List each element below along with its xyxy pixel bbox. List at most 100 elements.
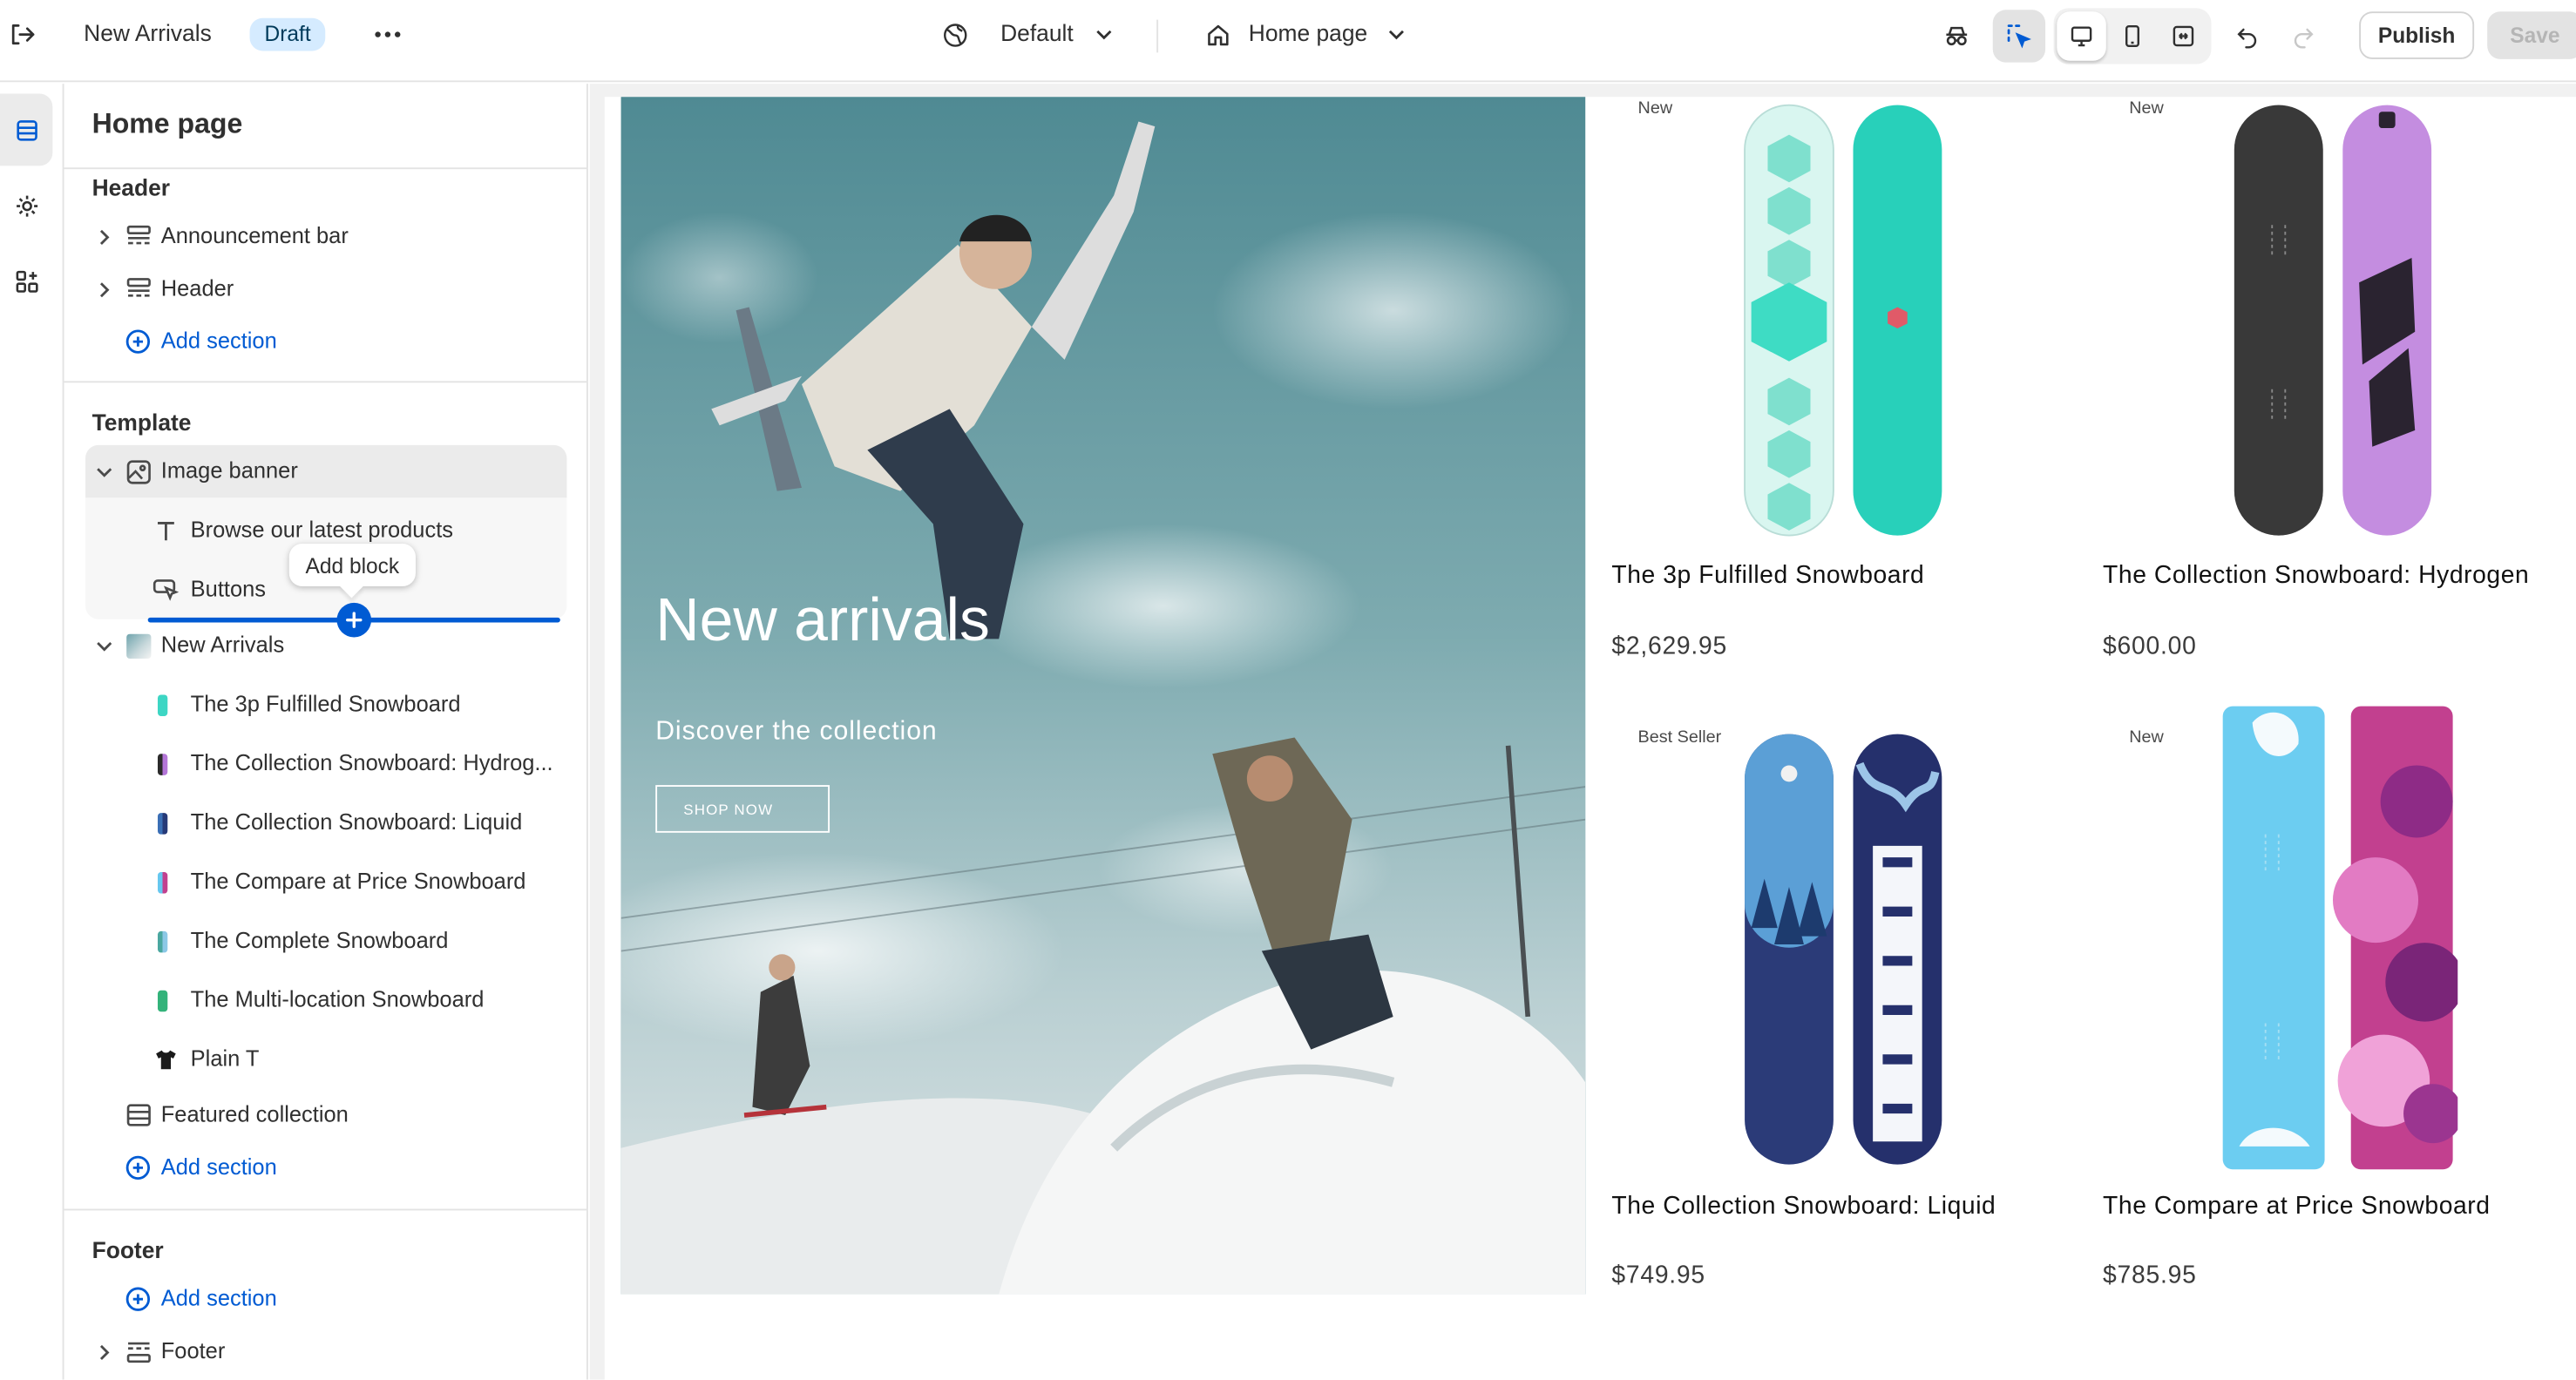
product-block[interactable]: The 3p Fulfilled Snowboard	[64, 679, 586, 731]
divider	[64, 1208, 587, 1211]
exit-icon[interactable]	[3, 18, 39, 51]
product-name: The Compare at Price Snowboard	[2103, 1192, 2491, 1221]
product-label: The 3p Fulfilled Snowboard	[190, 691, 461, 716]
snowboard-image	[1744, 104, 1942, 537]
product-thumbnail-icon	[157, 990, 168, 1012]
chevron-right-icon[interactable]	[93, 225, 113, 247]
product-label: The Complete Snowboard	[190, 928, 449, 953]
mobile-view-icon[interactable]	[2108, 11, 2158, 61]
publish-button[interactable]: Publish	[2359, 11, 2475, 59]
hero-subtitle: Discover the collection	[655, 717, 938, 746]
add-section-label: Add section	[160, 328, 277, 354]
add-section-header-button[interactable]: Add section	[64, 315, 586, 368]
product-name: The Collection Snowboard: Hydrogen	[2103, 561, 2530, 590]
section-header[interactable]: Header	[64, 263, 586, 315]
sections-icon[interactable]	[0, 93, 53, 166]
hero-title: New arrivals	[655, 586, 990, 654]
chevron-down-icon	[1093, 23, 1115, 45]
apps-icon[interactable]	[0, 245, 52, 317]
product-block[interactable]: The Collection Snowboard: Liquid	[64, 796, 586, 849]
shop-now-button[interactable]: SHOP NOW	[655, 785, 830, 833]
image-icon	[125, 458, 151, 484]
add-section-label: Add section	[160, 1154, 277, 1180]
chevron-right-icon[interactable]	[93, 278, 113, 301]
product-block[interactable]: The Compare at Price Snowboard	[64, 856, 586, 908]
product-label: The Compare at Price Snowboard	[190, 869, 526, 894]
section-footer[interactable]: Footer	[64, 1325, 586, 1377]
plus-circle-icon	[125, 1154, 151, 1180]
divider	[1156, 19, 1159, 53]
product-tag: Best Seller	[1637, 727, 1722, 748]
snowboard-image	[2222, 706, 2458, 1170]
section-label: Image banner	[160, 457, 298, 484]
section-label: Footer	[160, 1338, 226, 1363]
chevron-down-icon[interactable]	[93, 634, 113, 657]
product-thumbnail-icon	[157, 872, 168, 894]
product-thumbnail-icon	[157, 694, 168, 716]
home-icon	[1201, 18, 1234, 51]
product-block[interactable]: The Complete Snowboard	[64, 915, 586, 967]
image-banner[interactable]: New arrivals Discover the collection SHO…	[620, 97, 1586, 1295]
top-bar: New Arrivals Draft Default Home page Pub…	[0, 0, 2576, 83]
group-header-label: Header	[92, 173, 171, 200]
chevron-down-icon	[1385, 23, 1407, 45]
save-button[interactable]: Save	[2487, 11, 2576, 59]
more-actions-icon[interactable]	[368, 17, 407, 52]
section-layout-icon	[125, 276, 151, 302]
product-price: $2,629.95	[1611, 632, 1727, 660]
theme-name: New Arrivals	[84, 19, 212, 46]
product-price: $600.00	[2103, 632, 2197, 660]
globe-icon	[938, 18, 971, 51]
product-price: $749.95	[1611, 1261, 1705, 1289]
product-price: $785.95	[2103, 1261, 2197, 1289]
section-new-arrivals[interactable]: New Arrivals	[64, 619, 586, 672]
snowboard-image	[1745, 734, 1942, 1165]
group-template-label: Template	[92, 409, 192, 436]
divider	[64, 381, 587, 383]
product-block[interactable]: The Multi-location Snowboard	[64, 974, 586, 1026]
product-label: The Multi-location Snowboard	[190, 987, 485, 1012]
product-tag: New	[1637, 98, 1673, 118]
block-label: Browse our latest products	[190, 517, 453, 543]
status-badge: Draft	[249, 17, 326, 51]
page-selector-label: Home page	[1248, 19, 1368, 46]
view-selector-label: Default	[1000, 19, 1074, 46]
plus-circle-icon	[125, 1286, 151, 1312]
section-featured-collection[interactable]: Featured collection	[64, 1089, 586, 1141]
settings-gear-icon[interactable]	[0, 169, 52, 241]
product-thumbnail-icon	[157, 754, 168, 775]
inspector-icon[interactable]	[1992, 10, 2046, 63]
redo-icon[interactable]	[2277, 10, 2329, 62]
product-thumbnail-icon	[157, 930, 168, 953]
section-image-banner[interactable]: Image banner	[64, 445, 586, 497]
section-announcement-bar[interactable]: Announcement bar	[64, 210, 586, 262]
add-block-tooltip: Add block	[288, 544, 416, 587]
collection-list-icon	[125, 1102, 151, 1128]
icon-rail	[0, 84, 64, 1380]
product-block[interactable]: The Collection Snowboard: Hydrog...	[64, 737, 586, 789]
chevron-down-icon[interactable]	[93, 460, 113, 483]
button-cursor-icon	[153, 577, 180, 603]
product-label: The Collection Snowboard: Liquid	[190, 809, 523, 835]
sections-sidebar: Home page Header Announcement bar Header…	[64, 84, 588, 1380]
block-label: Buttons	[190, 576, 266, 601]
section-layout-icon	[125, 1338, 151, 1364]
fullscreen-view-icon[interactable]	[2159, 11, 2208, 61]
section-label: Announcement bar	[160, 223, 349, 248]
product-name: The Collection Snowboard: Liquid	[1611, 1192, 1996, 1221]
section-layout-icon	[125, 223, 151, 249]
undo-icon[interactable]	[2221, 10, 2274, 62]
section-label: Header	[160, 275, 234, 301]
desktop-view-icon[interactable]	[2057, 11, 2106, 61]
incognito-preview-icon[interactable]	[1930, 10, 1983, 62]
add-section-label: Add section	[160, 1286, 277, 1311]
product-block[interactable]: Plain T	[64, 1033, 586, 1086]
image-thumbnail-icon	[125, 632, 151, 659]
add-section-template-button[interactable]: Add section	[64, 1141, 586, 1194]
hero-snowboard-photo	[620, 97, 1586, 1295]
product-tag: New	[2129, 727, 2164, 748]
product-label: Plain T	[190, 1045, 260, 1072]
add-block-plus-icon[interactable]	[336, 602, 372, 638]
chevron-right-icon[interactable]	[93, 1340, 113, 1363]
add-section-footer-button[interactable]: Add section	[64, 1273, 586, 1325]
